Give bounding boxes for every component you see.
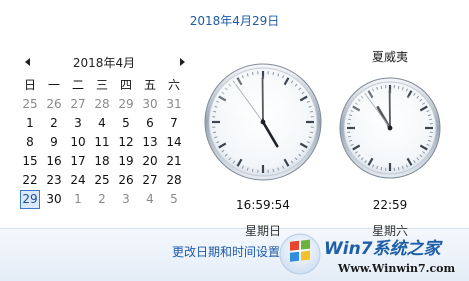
center-pin: [388, 126, 393, 131]
additional-clock-hawaii: 夏威夷 22:59 星期六: [335, 48, 445, 239]
calendar-day[interactable]: 24: [66, 171, 90, 190]
triangle-left-icon[interactable]: [22, 56, 34, 68]
calendar-day[interactable]: 10: [66, 133, 90, 152]
weekday-header: 三: [90, 76, 114, 95]
minute-tick: [398, 167, 399, 170]
weekday-header: 日: [18, 76, 42, 95]
minute-tick: [398, 86, 399, 89]
calendar-day[interactable]: 26: [42, 95, 66, 114]
analog-clock-face: [335, 62, 445, 186]
calendar-day[interactable]: 21: [162, 152, 186, 171]
weekday-header: 一: [42, 76, 66, 95]
clock-time: 16:59:54: [198, 198, 328, 212]
calendar-day[interactable]: 9: [42, 133, 66, 152]
calendar-day[interactable]: 4: [90, 114, 114, 133]
calendar-day[interactable]: 8: [18, 133, 42, 152]
calendar-day[interactable]: 6: [138, 114, 162, 133]
calendar-day[interactable]: 5: [162, 190, 186, 209]
calendar-day[interactable]: 25: [18, 95, 42, 114]
date-time-flyout: 2018年4月29日 2018年4月 日一二三四五六25262728293031…: [0, 0, 469, 280]
analog-clock-face: [198, 62, 328, 186]
minute-tick: [429, 119, 432, 120]
calendar-day[interactable]: 19: [114, 152, 138, 171]
calendar-month-title[interactable]: 2018年4月: [38, 54, 170, 71]
minute-tick: [252, 72, 253, 75]
center-pin: [261, 120, 266, 125]
minute-tick: [213, 111, 216, 112]
minute-tick: [381, 167, 382, 170]
clock-label: [198, 48, 328, 62]
calendar-day[interactable]: 2: [90, 190, 114, 209]
triangle-right-icon[interactable]: [176, 56, 188, 68]
calendar-day[interactable]: 20: [138, 152, 162, 171]
calendar-day[interactable]: 5: [114, 114, 138, 133]
minute-tick: [252, 169, 253, 172]
minute-tick: [273, 72, 274, 75]
weekday-header: 四: [114, 76, 138, 95]
calendar-day[interactable]: 3: [114, 190, 138, 209]
change-date-time-settings-link[interactable]: 更改日期和时间设置...: [172, 243, 291, 260]
calendar-day[interactable]: 11: [90, 133, 114, 152]
calendar-day[interactable]: 31: [162, 95, 186, 114]
calendar-day[interactable]: 25: [90, 171, 114, 190]
calendar-day[interactable]: 2: [42, 114, 66, 133]
calendar-day[interactable]: 1: [18, 114, 42, 133]
minute-tick: [429, 136, 432, 137]
calendar-day[interactable]: 7: [162, 114, 186, 133]
calendar-nav: 2018年4月: [18, 54, 190, 72]
weekday-header: 六: [162, 76, 186, 95]
minute-tick: [348, 119, 351, 120]
long-date-header[interactable]: 2018年4月29日: [0, 12, 469, 29]
clock-label: 夏威夷: [335, 48, 445, 62]
local-clock: 16:59:54 星期日: [198, 48, 328, 239]
win7-watermark-logo: Win7系统之家 Www.Winwin7.com: [278, 230, 468, 278]
calendar-day[interactable]: 27: [66, 95, 90, 114]
minute-tick: [381, 86, 382, 89]
minute-tick: [310, 132, 313, 133]
calendar-day[interactable]: 28: [162, 171, 186, 190]
minute-tick: [213, 132, 216, 133]
calendar-day[interactable]: 15: [18, 152, 42, 171]
calendar-day-today[interactable]: 29: [20, 190, 40, 209]
calendar: 2018年4月 日一二三四五六2526272829303112345678910…: [18, 54, 190, 209]
calendar-day[interactable]: 29: [114, 95, 138, 114]
calendar-day[interactable]: 17: [66, 152, 90, 171]
calendar-day[interactable]: 1: [66, 190, 90, 209]
calendar-day[interactable]: 13: [138, 133, 162, 152]
calendar-day[interactable]: 18: [90, 152, 114, 171]
calendar-grid: 日一二三四五六252627282930311234567891011121314…: [18, 76, 190, 209]
calendar-day[interactable]: 26: [114, 171, 138, 190]
calendar-day[interactable]: 30: [138, 95, 162, 114]
svg-text:Win7系统之家: Win7系统之家: [324, 239, 444, 259]
calendar-day[interactable]: 22: [18, 171, 42, 190]
minute-tick: [348, 136, 351, 137]
calendar-day[interactable]: 16: [42, 152, 66, 171]
weekday-header: 二: [66, 76, 90, 95]
calendar-day[interactable]: 28: [90, 95, 114, 114]
minute-tick: [310, 111, 313, 112]
clock-time: 22:59: [335, 198, 445, 212]
calendar-day[interactable]: 4: [138, 190, 162, 209]
calendar-day[interactable]: 30: [42, 190, 66, 209]
minute-tick: [273, 169, 274, 172]
dial-gloss: [351, 89, 415, 126]
calendar-day[interactable]: 27: [138, 171, 162, 190]
calendar-day[interactable]: 3: [66, 114, 90, 133]
dial-gloss: [217, 76, 293, 119]
weekday-header: 五: [138, 76, 162, 95]
calendar-day[interactable]: 23: [42, 171, 66, 190]
calendar-day[interactable]: 14: [162, 133, 186, 152]
calendar-day[interactable]: 12: [114, 133, 138, 152]
svg-text:Www.Winwin7.com: Www.Winwin7.com: [337, 262, 456, 275]
